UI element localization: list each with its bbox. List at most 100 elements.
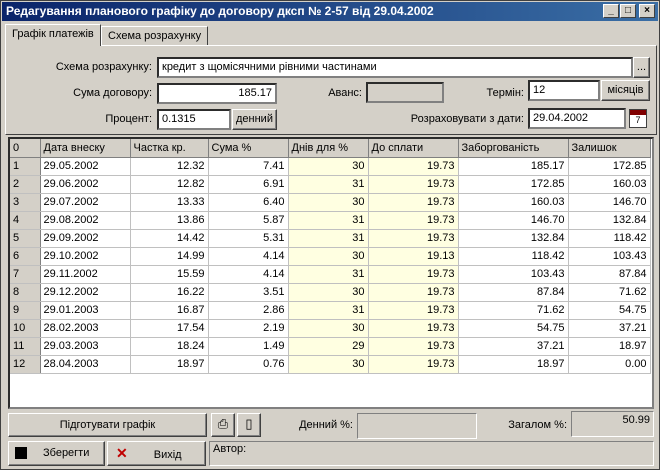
table-cell[interactable]: 15.59	[130, 265, 209, 284]
calc-from-date-field[interactable]: 29.04.2002	[528, 108, 626, 129]
table-cell[interactable]: 29.03.2003	[40, 337, 131, 356]
table-cell[interactable]: 10	[10, 319, 41, 338]
tab-schedule[interactable]: Графік платежів	[5, 24, 101, 46]
tab-scheme[interactable]: Схема розрахунку	[101, 26, 209, 46]
table-cell[interactable]: 160.03	[458, 193, 569, 212]
table-cell[interactable]: 54.75	[568, 301, 651, 320]
table-cell[interactable]: 29.12.2002	[40, 283, 131, 302]
table-cell[interactable]: 31	[288, 301, 369, 320]
save-button[interactable]: Зберегти	[8, 441, 105, 466]
table-cell[interactable]: 2.19	[208, 319, 289, 338]
table-cell[interactable]: 29.11.2002	[40, 265, 131, 284]
table-cell[interactable]: 29.05.2002	[40, 157, 131, 176]
close-icon[interactable]: ×	[639, 4, 655, 18]
table-row[interactable]: 3 29.07.2002 13.33 6.40 30 19.73 160.03 146.70	[10, 193, 651, 212]
table-row[interactable]: 9 29.01.2003 16.87 2.86 31 19.73 71.62 54.75	[10, 301, 651, 320]
exit-button[interactable]: ✕ Вихід	[107, 441, 206, 466]
table-cell[interactable]: 6	[10, 247, 41, 266]
table-cell[interactable]: 18.97	[130, 355, 209, 374]
table-cell[interactable]: 14.42	[130, 229, 209, 248]
table-cell[interactable]: 30	[288, 319, 369, 338]
table-cell[interactable]: 29.10.2002	[40, 247, 131, 266]
col-header[interactable]: Залишок	[568, 139, 651, 158]
percent-field[interactable]: 0.1315	[157, 109, 231, 130]
table-cell[interactable]: 3	[10, 193, 41, 212]
table-cell[interactable]: 160.03	[568, 175, 651, 194]
col-header[interactable]: До сплати	[368, 139, 459, 158]
table-cell[interactable]: 19.73	[368, 355, 459, 374]
table-cell[interactable]: 103.43	[458, 265, 569, 284]
table-cell[interactable]: 9	[10, 301, 41, 320]
col-header[interactable]: Частка кр.	[130, 139, 209, 158]
table-cell[interactable]: 19.73	[368, 157, 459, 176]
table-cell[interactable]: 29.06.2002	[40, 175, 131, 194]
table-cell[interactable]: 132.84	[458, 229, 569, 248]
table-cell[interactable]: 28.04.2003	[40, 355, 131, 374]
table-cell[interactable]: 30	[288, 283, 369, 302]
table-cell[interactable]: 29.09.2002	[40, 229, 131, 248]
table-cell[interactable]: 71.62	[568, 283, 651, 302]
table-cell[interactable]: 103.43	[568, 247, 651, 266]
table-cell[interactable]: 18.24	[130, 337, 209, 356]
table-row[interactable]: 5 29.09.2002 14.42 5.31 31 19.73 132.84 118.42	[10, 229, 651, 248]
print-icon[interactable]: ⎙	[211, 413, 235, 437]
table-cell[interactable]: 28.02.2003	[40, 319, 131, 338]
scheme-browse-button[interactable]: ...	[633, 57, 650, 78]
table-cell[interactable]: 6.91	[208, 175, 289, 194]
col-header[interactable]: 0	[10, 139, 41, 158]
table-row[interactable]: 7 29.11.2002 15.59 4.14 31 19.73 103.43 87.84	[10, 265, 651, 284]
table-cell[interactable]: 29.01.2003	[40, 301, 131, 320]
table-cell[interactable]: 172.85	[458, 175, 569, 194]
table-cell[interactable]: 172.85	[568, 157, 651, 176]
table-row[interactable]: 8 29.12.2002 16.22 3.51 30 19.73 87.84 71.62	[10, 283, 651, 302]
table-cell[interactable]: 31	[288, 175, 369, 194]
table-cell[interactable]: 7.41	[208, 157, 289, 176]
table-cell[interactable]: 19.73	[368, 265, 459, 284]
table-row[interactable]: 4 29.08.2002 13.86 5.87 31 19.73 146.70 132.84	[10, 211, 651, 230]
table-cell[interactable]: 12.82	[130, 175, 209, 194]
term-field[interactable]: 12	[528, 80, 600, 101]
table-cell[interactable]: 31	[288, 265, 369, 284]
table-cell[interactable]: 118.42	[458, 247, 569, 266]
table-cell[interactable]: 31	[288, 229, 369, 248]
table-cell[interactable]: 19.73	[368, 319, 459, 338]
col-header[interactable]: Дата внеску	[40, 139, 131, 158]
table-cell[interactable]: 18.97	[568, 337, 651, 356]
table-row[interactable]: 10 28.02.2003 17.54 2.19 30 19.73 54.75 37.21	[10, 319, 651, 338]
table-cell[interactable]: 5.87	[208, 211, 289, 230]
table-row[interactable]: 2 29.06.2002 12.82 6.91 31 19.73 172.85 160.03	[10, 175, 651, 194]
table-cell[interactable]: 5	[10, 229, 41, 248]
table-cell[interactable]: 0.76	[208, 355, 289, 374]
col-header[interactable]: Днів для %	[288, 139, 369, 158]
sum-field[interactable]: 185.17	[157, 83, 277, 104]
table-cell[interactable]: 31	[288, 211, 369, 230]
table-cell[interactable]: 12	[10, 355, 41, 374]
table-cell[interactable]: 19.73	[368, 301, 459, 320]
table-cell[interactable]: 19.73	[368, 211, 459, 230]
table-cell[interactable]: 185.17	[458, 157, 569, 176]
table-cell[interactable]: 19.73	[368, 175, 459, 194]
table-cell[interactable]: 30	[288, 355, 369, 374]
table-cell[interactable]: 37.21	[458, 337, 569, 356]
table-cell[interactable]: 2.86	[208, 301, 289, 320]
table-cell[interactable]: 146.70	[568, 193, 651, 212]
prepare-schedule-button[interactable]: Підготувати графік	[8, 413, 207, 437]
table-cell[interactable]: 6.40	[208, 193, 289, 212]
table-cell[interactable]: 8	[10, 283, 41, 302]
maximize-icon[interactable]: □	[620, 4, 636, 18]
table-cell[interactable]: 19.13	[368, 247, 459, 266]
payment-schedule-grid[interactable]: 0 Дата внеску Частка кр. Сума % Днів для…	[8, 137, 654, 409]
col-header[interactable]: Заборгованість	[458, 139, 569, 158]
table-cell[interactable]: 87.84	[458, 283, 569, 302]
table-cell[interactable]: 4.14	[208, 247, 289, 266]
term-unit-button[interactable]: місяців	[601, 80, 650, 101]
table-cell[interactable]: 29	[288, 337, 369, 356]
table-cell[interactable]: 5.31	[208, 229, 289, 248]
table-cell[interactable]: 29.07.2002	[40, 193, 131, 212]
table-cell[interactable]: 0.00	[568, 355, 651, 374]
table-cell[interactable]: 30	[288, 157, 369, 176]
minimize-icon[interactable]: _	[603, 4, 619, 18]
table-cell[interactable]: 12.32	[130, 157, 209, 176]
table-cell[interactable]: 3.51	[208, 283, 289, 302]
table-cell[interactable]: 18.97	[458, 355, 569, 374]
